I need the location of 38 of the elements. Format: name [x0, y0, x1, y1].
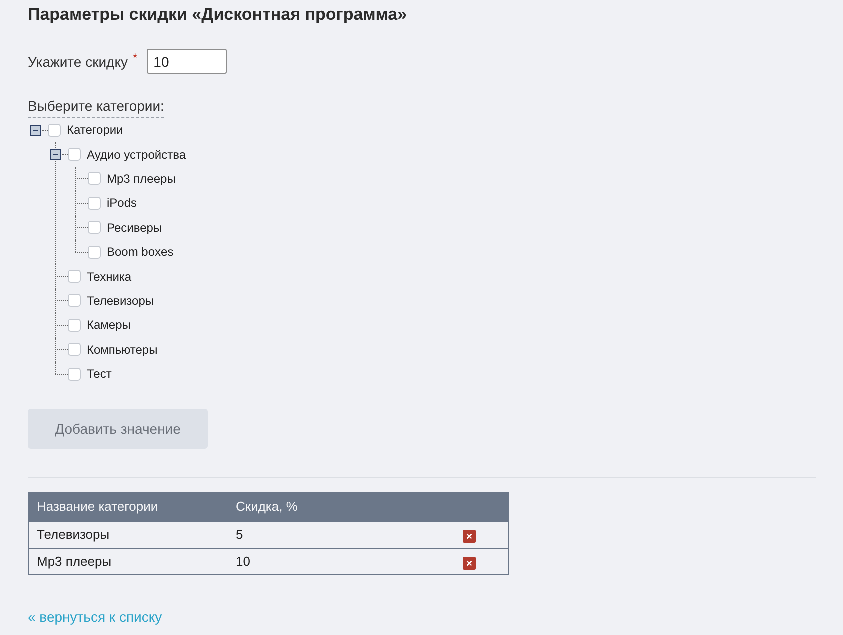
discount-input[interactable]: 10 — [146, 49, 227, 74]
categories-label: Выберите категории: — [28, 97, 164, 118]
checkbox[interactable] — [88, 246, 101, 259]
page-title: Параметры скидки «Дисконтная программа» — [28, 5, 408, 25]
tree-item-label[interactable]: Ресиверы — [107, 220, 162, 235]
tree-item-label[interactable]: Телевизоры — [87, 294, 154, 308]
table-cell-text: Mp3 плееры — [36, 554, 113, 570]
checkbox[interactable] — [88, 221, 101, 234]
table-cell-text: 10 — [235, 554, 252, 570]
checkbox[interactable] — [68, 368, 81, 381]
tree-item-label[interactable]: Компьютеры — [87, 342, 158, 357]
column-header: Название категории — [36, 499, 160, 516]
checkbox[interactable] — [48, 124, 61, 137]
tree-item-label[interactable]: Категории — [67, 123, 124, 138]
tree-item-label[interactable]: Boom boxes — [107, 245, 174, 260]
tree-item-label[interactable]: Камеры — [87, 318, 131, 332]
checkbox[interactable] — [68, 343, 81, 356]
column-header: Скидка, % — [235, 499, 299, 516]
required-asterisk: * — [133, 52, 138, 64]
tree-item-label[interactable]: Техника — [87, 270, 132, 284]
checkbox[interactable] — [88, 196, 101, 210]
table-cell-text: 5 — [235, 527, 244, 544]
tree-item-label[interactable]: iPods — [107, 196, 138, 210]
checkbox[interactable] — [68, 294, 81, 308]
checkbox[interactable] — [88, 172, 101, 186]
tree-item-label[interactable]: Тест — [87, 367, 112, 382]
delete-icon[interactable] — [463, 530, 476, 544]
checkbox[interactable] — [68, 270, 81, 284]
minus-square-icon[interactable] — [30, 124, 41, 136]
table-cell-text: Телевизоры — [36, 527, 111, 544]
field-label: Укажите скидку — [28, 52, 128, 70]
tree-item-label[interactable]: Mp3 плееры — [107, 172, 176, 186]
checkbox[interactable] — [68, 318, 81, 332]
minus-square-icon[interactable] — [50, 149, 61, 160]
checkbox[interactable] — [68, 148, 81, 162]
add-value-button[interactable]: Добавить значение — [28, 409, 208, 450]
delete-icon[interactable] — [463, 556, 476, 570]
tree-item-label[interactable]: Аудио устройства — [87, 148, 186, 162]
